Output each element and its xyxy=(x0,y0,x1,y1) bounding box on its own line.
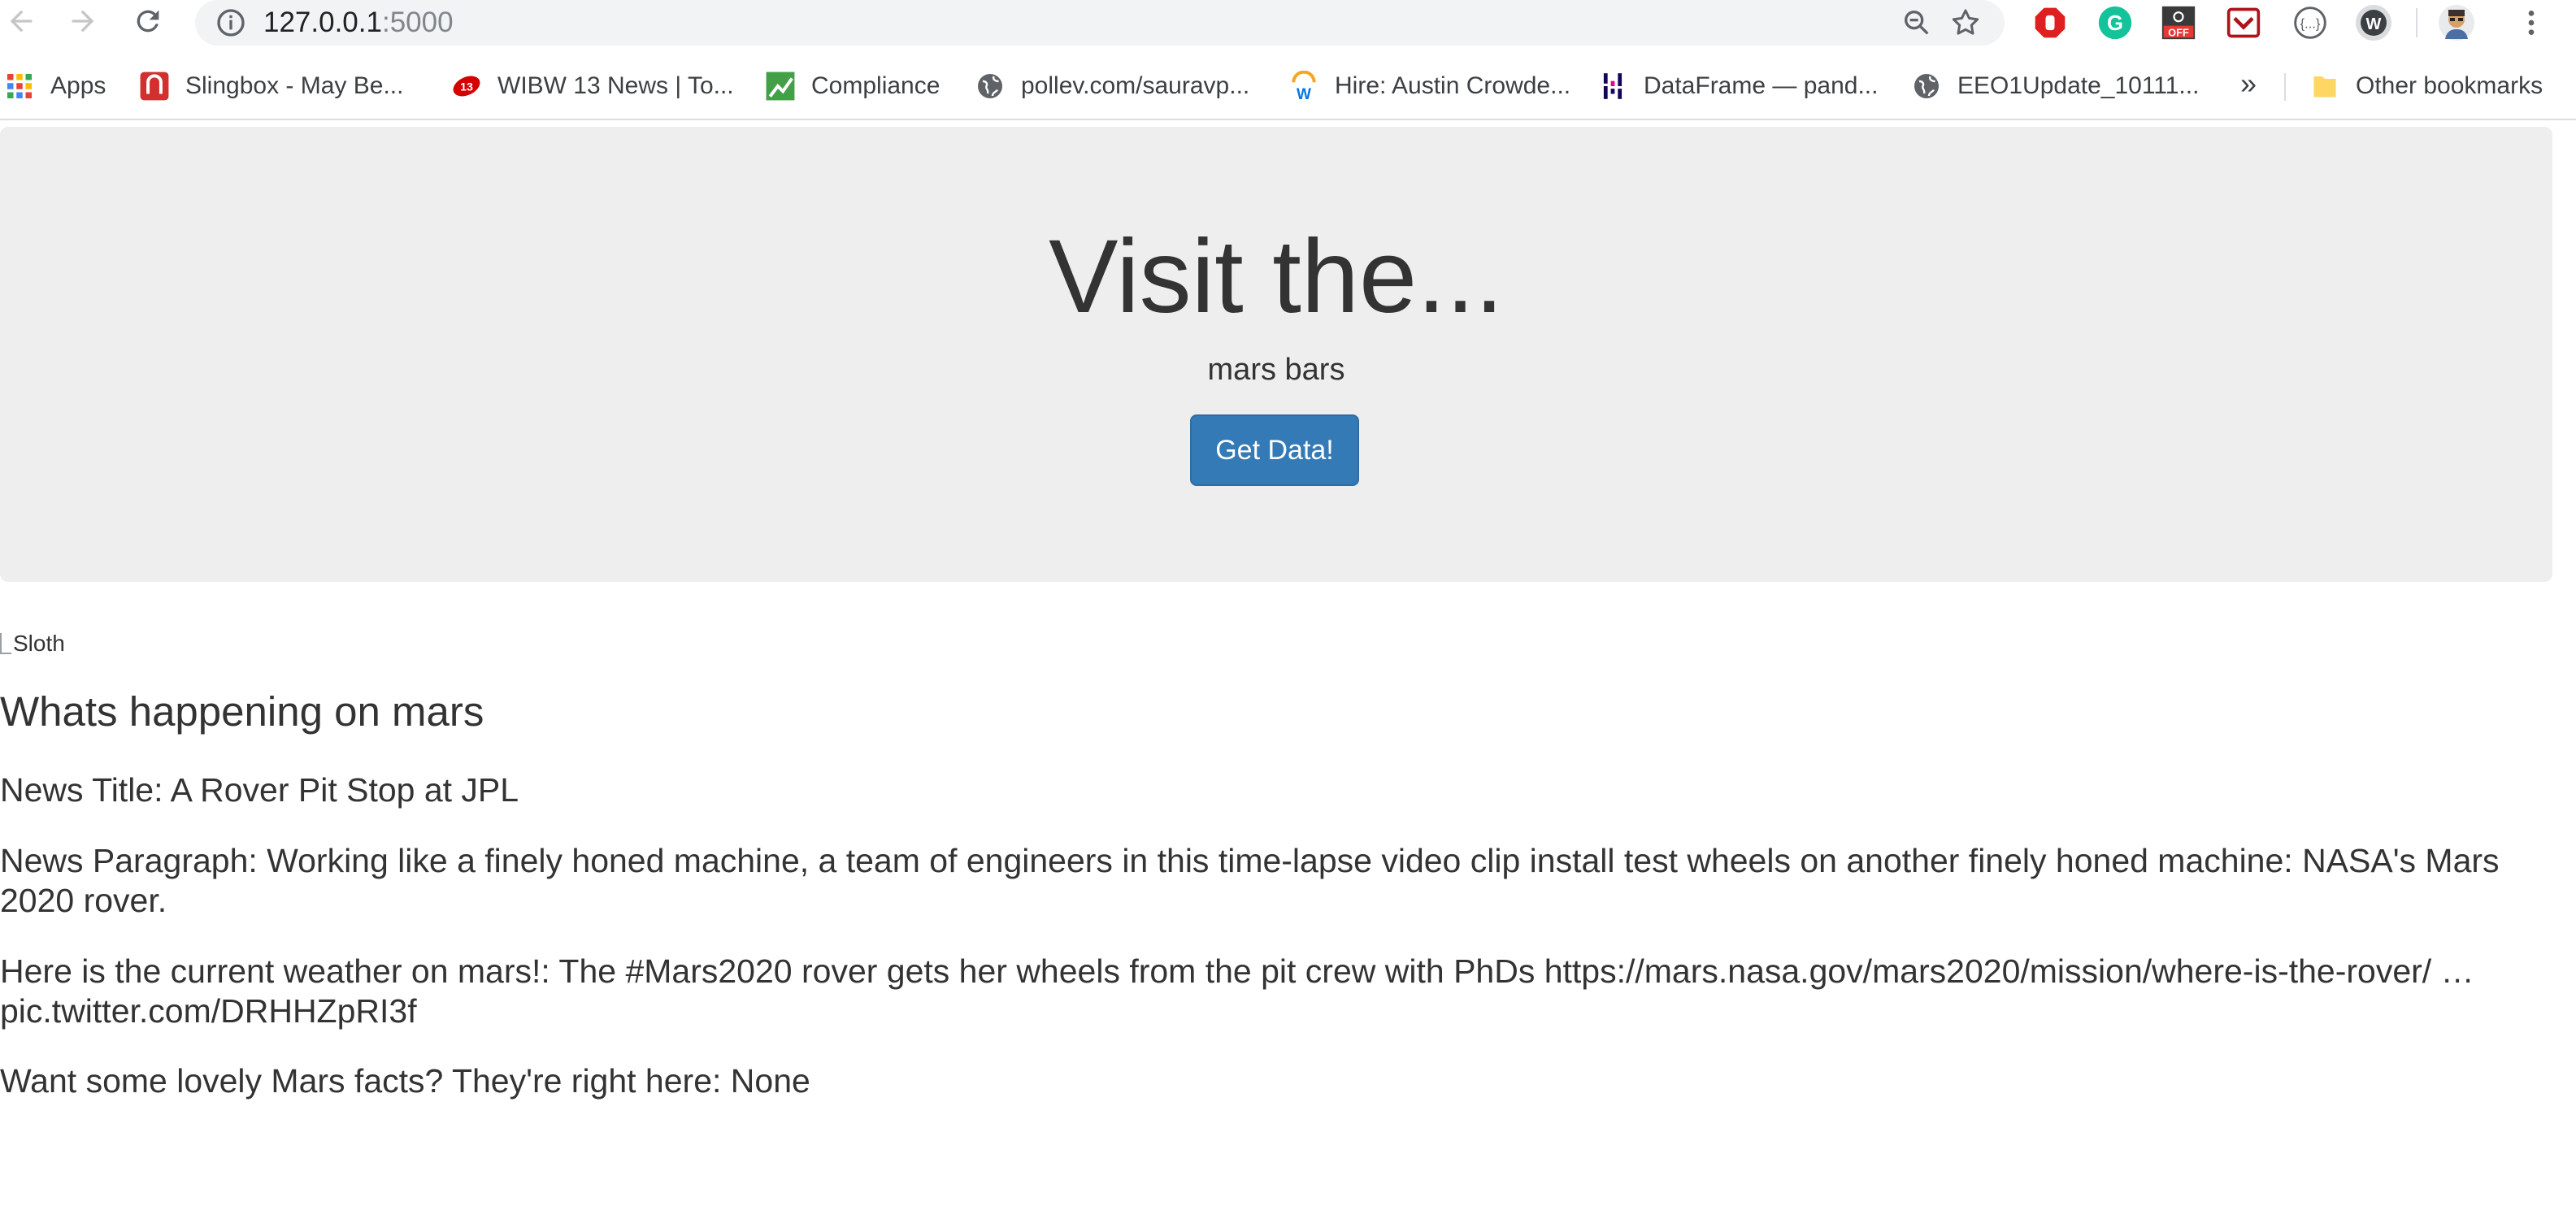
bookmark-star-icon[interactable] xyxy=(1948,5,1983,41)
broken-image-icon xyxy=(0,633,11,654)
adblock-extension-icon[interactable] xyxy=(2031,3,2070,42)
svg-text:{...}: {...} xyxy=(2300,16,2321,31)
bookmark-label: Other bookmarks xyxy=(2356,72,2543,99)
bookmark-pandas[interactable]: DataFrame — pand... xyxy=(1596,68,1878,104)
bookmark-apps[interactable]: Apps xyxy=(3,68,106,104)
section-heading: Whats happening on mars xyxy=(0,688,484,735)
zoom-icon[interactable] xyxy=(1899,5,1935,41)
apps-grid-icon xyxy=(3,70,36,102)
svg-text:W: W xyxy=(2366,15,2382,33)
mcafee-extension-icon[interactable] xyxy=(2224,3,2263,42)
svg-text:W: W xyxy=(1297,86,1311,102)
reload-icon xyxy=(137,10,159,33)
globe-icon xyxy=(974,70,1006,102)
json-viewer-extension-icon[interactable]: {...} xyxy=(2291,3,2330,42)
bookmark-other-folder[interactable]: Other bookmarks xyxy=(2309,68,2543,104)
bookmark-label: Compliance xyxy=(811,72,940,99)
bookmark-label: DataFrame — pand... xyxy=(1644,72,1879,99)
bookmark-workday[interactable]: W Hire: Austin Crowde... xyxy=(1288,68,1570,104)
bookmark-label: EEO1Update_10111... xyxy=(1957,72,2200,99)
back-arrow-icon xyxy=(10,10,33,33)
bookmark-compliance[interactable]: Compliance xyxy=(764,68,940,104)
bookmark-label: Slingbox - May Be... xyxy=(185,72,404,99)
wibw-icon: 13 xyxy=(450,70,483,102)
bookmark-label: WIBW 13 News | To... xyxy=(497,72,734,99)
profile-avatar-icon[interactable] xyxy=(2437,3,2476,42)
toolbar-divider xyxy=(2416,8,2417,37)
bookmark-label: pollev.com/sauravp... xyxy=(1021,72,1250,99)
news-title: News Title: A Rover Pit Stop at JPL xyxy=(0,771,519,809)
url-host: 127.0.0.1 xyxy=(263,7,382,38)
reload-button[interactable] xyxy=(130,3,166,39)
off-extension-icon[interactable]: OFF xyxy=(2159,3,2198,42)
grammarly-extension-icon[interactable]: G xyxy=(2096,3,2135,42)
back-button[interactable] xyxy=(3,3,39,39)
compliance-icon xyxy=(764,70,797,102)
get-data-button[interactable]: Get Data! xyxy=(1190,414,1359,486)
browser-toolbar: 127.0.0.1:5000 G OFF {...} W xyxy=(0,0,2576,46)
jumbotron: Visit the... mars bars Get Data! xyxy=(0,127,2552,582)
page-subtitle: mars bars xyxy=(1207,353,1345,387)
page-title: Visit the... xyxy=(1049,219,1504,335)
mars-facts: Want some lovely Mars facts? They're rig… xyxy=(0,1062,810,1100)
workday-icon: W xyxy=(1288,70,1320,102)
broken-image: Sloth xyxy=(0,631,65,657)
bookmark-pollev[interactable]: pollev.com/sauravp... xyxy=(974,68,1249,104)
svg-text:G: G xyxy=(2107,12,2123,35)
forward-button[interactable] xyxy=(65,3,101,39)
forward-arrow-icon xyxy=(72,10,94,33)
svg-text:OFF: OFF xyxy=(2168,27,2189,39)
url-port: :5000 xyxy=(381,7,454,38)
more-bookmarks-chevron[interactable]: » xyxy=(2240,67,2257,101)
news-paragraph: News Paragraph: Working like a finely ho… xyxy=(0,842,2500,919)
pandas-icon xyxy=(1596,70,1629,102)
bookmark-eeo1[interactable]: EEO1Update_10111... xyxy=(1910,68,2199,104)
image-alt-text: Sloth xyxy=(13,631,65,656)
site-info-icon[interactable] xyxy=(215,7,247,39)
bookmarks-bar: Apps Slingbox - May Be... 13 WIBW 13 New… xyxy=(0,52,2576,120)
chrome-menu-icon[interactable] xyxy=(2512,3,2551,42)
bookmark-label: Apps xyxy=(50,72,106,99)
mars-weather: Here is the current weather on mars!: Th… xyxy=(0,952,2474,1030)
bookmark-label: Hire: Austin Crowde... xyxy=(1335,72,1571,99)
folder-icon xyxy=(2309,70,2341,102)
globe-icon xyxy=(1910,70,1943,102)
address-bar[interactable]: 127.0.0.1:5000 xyxy=(195,0,2005,46)
bookmark-wibw[interactable]: 13 WIBW 13 News | To... xyxy=(450,68,734,104)
url-text[interactable]: 127.0.0.1:5000 xyxy=(263,7,454,39)
w-extension-icon[interactable]: W xyxy=(2354,3,2393,42)
slingbox-icon xyxy=(138,70,171,102)
bookmarks-divider xyxy=(2284,73,2286,101)
svg-text:13: 13 xyxy=(460,81,473,94)
bookmark-slingbox[interactable]: Slingbox - May Be... xyxy=(138,68,403,104)
